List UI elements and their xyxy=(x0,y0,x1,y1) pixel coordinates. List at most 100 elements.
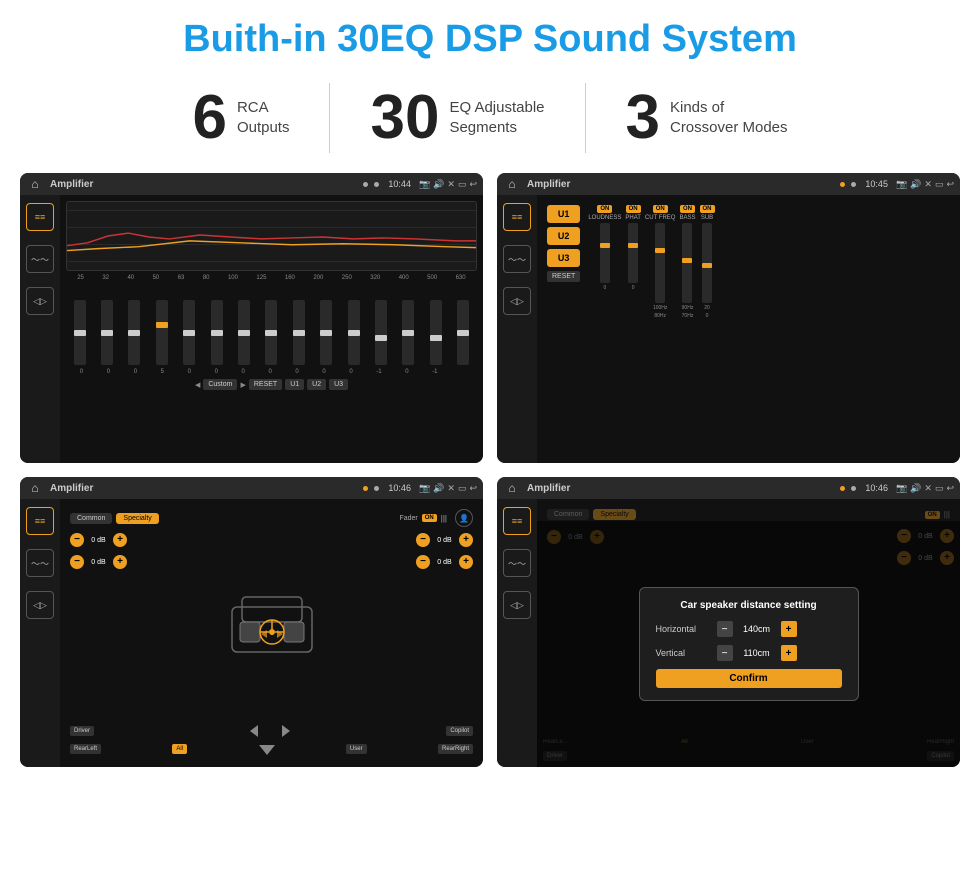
home-icon-2[interactable]: ⌂ xyxy=(503,175,521,193)
cross-sidebar-btn-3[interactable]: ◁▷ xyxy=(503,287,531,315)
db-ctrl-3: − 0 dB + xyxy=(416,533,473,547)
minus-btn-4[interactable]: − xyxy=(416,555,430,569)
thumb-6 xyxy=(211,330,223,336)
close-icon-1: ✕ xyxy=(447,179,455,190)
minus-btn-1[interactable]: − xyxy=(70,533,84,547)
horizontal-row: Horizontal − 140cm + xyxy=(656,621,842,637)
ch-on-2: ON xyxy=(626,205,641,213)
cross-sidebar-btn-1[interactable]: ≡≡ xyxy=(503,203,531,231)
specialty-tab-spk[interactable]: Specialty xyxy=(116,513,158,524)
freq-630: 630 xyxy=(456,275,466,281)
confirm-button[interactable]: Confirm xyxy=(656,669,842,688)
reset-crossover[interactable]: RESET xyxy=(547,271,580,282)
minus-btn-3[interactable]: − xyxy=(416,533,430,547)
vertical-row: Vertical − 110cm + xyxy=(656,645,842,661)
horizontal-ctrl: − 140cm + xyxy=(717,621,797,637)
u1-crossover[interactable]: U1 xyxy=(547,205,580,223)
slider-1 xyxy=(74,300,86,365)
horizontal-plus[interactable]: + xyxy=(781,621,797,637)
ch-lbl-3: CUT FREQ xyxy=(645,215,676,221)
cross-sidebar-btn-2[interactable]: 〜〜 xyxy=(503,245,531,273)
user-btn[interactable]: User xyxy=(346,744,367,754)
crossover-content: ≡≡ 〜〜 ◁▷ U1 U2 U3 RESET xyxy=(497,195,960,463)
eq-bottom-controls: ◀ Custom ▶ RESET U1 U2 U3 xyxy=(66,379,477,390)
stat-text-crossover: Kinds ofCrossover Modes xyxy=(670,98,788,139)
freq-320: 320 xyxy=(370,275,380,281)
next-arrow[interactable]: ▶ xyxy=(240,381,245,389)
spk-sidebar-btn-1[interactable]: ≡≡ xyxy=(26,507,54,535)
prev-arrow[interactable]: ◀ xyxy=(195,381,200,389)
u3-btn[interactable]: U3 xyxy=(329,379,348,390)
vertical-plus[interactable]: + xyxy=(781,645,797,661)
u2-crossover[interactable]: U2 xyxy=(547,227,580,245)
custom-btn[interactable]: Custom xyxy=(203,379,237,390)
dlg-on: ON xyxy=(925,511,940,519)
fader-sliders: ||| xyxy=(441,514,447,523)
right-db-controls: − 0 dB + − 0 dB + xyxy=(416,533,473,721)
ch-lbl-4: BASS xyxy=(679,215,695,221)
thumb-11 xyxy=(348,330,360,336)
plus-btn-2[interactable]: + xyxy=(113,555,127,569)
db-ctrl-4: − 0 dB + xyxy=(416,555,473,569)
stat-number-30: 30 xyxy=(370,87,439,149)
plus-btn-3[interactable]: + xyxy=(459,533,473,547)
eq-sidebar-btn-1[interactable]: ≡≡ xyxy=(26,203,54,231)
plus-btn-1[interactable]: + xyxy=(113,533,127,547)
camera-icon-4: 📷 xyxy=(896,483,907,494)
thumb-14 xyxy=(430,335,442,341)
dlg-sidebar-btn-3[interactable]: ◁▷ xyxy=(503,591,531,619)
rect-icon-3: ▭ xyxy=(458,483,467,494)
spk-sidebar-btn-2[interactable]: 〜〜 xyxy=(26,549,54,577)
close-icon-4: ✕ xyxy=(924,483,932,494)
freq-63: 63 xyxy=(178,275,185,281)
thumb-12 xyxy=(375,335,387,341)
ch-phat: ON PHAT 0 xyxy=(625,205,641,453)
rect-icon-1: ▭ xyxy=(458,179,467,190)
eq-sidebar-btn-3[interactable]: ◁▷ xyxy=(26,287,54,315)
speaker-grid: − 0 dB + − 0 dB + xyxy=(70,533,473,721)
person-icon[interactable]: 👤 xyxy=(455,509,473,527)
fader-on: ON xyxy=(422,514,437,522)
u1-btn[interactable]: U1 xyxy=(285,379,304,390)
dot-6 xyxy=(374,486,379,491)
slider-7 xyxy=(238,300,250,365)
all-btn[interactable]: All xyxy=(172,744,187,754)
vertical-minus[interactable]: − xyxy=(717,645,733,661)
u3-crossover[interactable]: U3 xyxy=(547,249,580,267)
slider-10 xyxy=(320,300,332,365)
dialog-content: ≡≡ 〜〜 ◁▷ Common Specialty ON || xyxy=(497,499,960,767)
dot-7 xyxy=(840,486,845,491)
ch-on-5: ON xyxy=(700,205,715,213)
home-icon-1[interactable]: ⌂ xyxy=(26,175,44,193)
time-1: 10:44 xyxy=(388,179,411,189)
u2-btn[interactable]: U2 xyxy=(307,379,326,390)
status-icons-2: 📷 🔊 ✕ ▭ ↩ xyxy=(896,179,954,190)
stat-rca: 6 RCAOutputs xyxy=(152,87,329,149)
eq-content: ≡≡ 〜〜 ◁▷ xyxy=(20,195,483,463)
spk-sidebar-btn-3[interactable]: ◁▷ xyxy=(26,591,54,619)
thumb-7 xyxy=(238,330,250,336)
eq-sidebar-btn-2[interactable]: 〜〜 xyxy=(26,245,54,273)
status-icons-4: 📷 🔊 ✕ ▭ ↩ xyxy=(896,483,954,494)
plus-btn-4[interactable]: + xyxy=(459,555,473,569)
thumb-10 xyxy=(320,330,332,336)
horizontal-minus[interactable]: − xyxy=(717,621,733,637)
dlg-sidebar-btn-2[interactable]: 〜〜 xyxy=(503,549,531,577)
dlg-tabs-row: Common Specialty ON ||| xyxy=(547,509,950,520)
eq-sliders xyxy=(66,285,477,365)
home-icon-4[interactable]: ⌂ xyxy=(503,479,521,497)
dot-5 xyxy=(363,486,368,491)
reset-btn-eq[interactable]: RESET xyxy=(249,379,282,390)
driver-btn[interactable]: Driver xyxy=(70,726,94,736)
common-tab-spk[interactable]: Common xyxy=(70,513,112,524)
home-icon-3[interactable]: ⌂ xyxy=(26,479,44,497)
minus-btn-2[interactable]: − xyxy=(70,555,84,569)
dlg-sidebar-btn-1[interactable]: ≡≡ xyxy=(503,507,531,535)
crossover-sidebar: ≡≡ 〜〜 ◁▷ xyxy=(497,195,537,463)
rearright-btn[interactable]: RearRight xyxy=(438,744,473,754)
camera-icon-2: 📷 xyxy=(896,179,907,190)
copilot-btn[interactable]: Copilot xyxy=(446,726,473,736)
freq-32: 32 xyxy=(102,275,109,281)
dialog-sidebar: ≡≡ 〜〜 ◁▷ xyxy=(497,499,537,767)
rearleft-btn[interactable]: RearLeft xyxy=(70,744,101,754)
